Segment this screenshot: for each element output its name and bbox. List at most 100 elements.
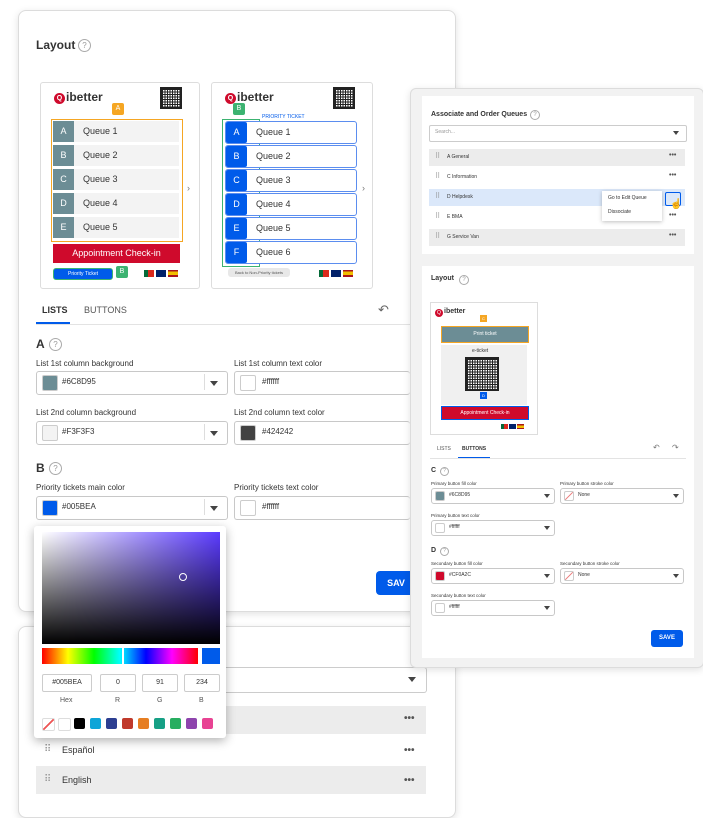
queue-row[interactable]: A Queue 1 <box>225 121 357 144</box>
search-input[interactable] <box>429 125 687 142</box>
checkin-button[interactable]: Appointment Check-in <box>53 244 180 263</box>
more-icon[interactable]: ••• <box>669 212 676 219</box>
language-select[interactable] <box>226 667 427 693</box>
list1-text-field[interactable] <box>234 371 410 395</box>
color-swatch[interactable] <box>435 571 445 581</box>
help-icon[interactable]: ? <box>440 547 449 556</box>
help-icon[interactable]: ? <box>78 39 91 52</box>
chevron-down-icon[interactable] <box>673 574 679 578</box>
chevron-down-icon[interactable] <box>544 526 550 530</box>
color-swatch[interactable] <box>240 375 256 391</box>
more-icon[interactable]: ••• <box>669 172 676 179</box>
priority-ticket-button[interactable]: Priority Ticket <box>53 268 113 280</box>
queue-row[interactable]: B Queue 2 <box>53 145 179 166</box>
queue-list-item[interactable]: ⠿ C Information ••• <box>429 169 685 186</box>
more-icon[interactable]: ••• <box>669 232 676 239</box>
more-icon[interactable]: ••• <box>404 745 415 756</box>
chevron-down-icon[interactable] <box>544 574 550 578</box>
r-input[interactable]: 0 <box>100 674 136 692</box>
color-swatch[interactable] <box>240 500 256 516</box>
color-preset[interactable] <box>106 718 117 729</box>
print-ticket-button[interactable]: Print ticket <box>441 326 529 343</box>
saturation-handle[interactable] <box>179 573 187 581</box>
chevron-down-icon[interactable] <box>210 506 218 511</box>
back-to-non-priority-button[interactable]: Back to Non-Priority tickets <box>228 268 290 277</box>
color-preset[interactable] <box>170 718 181 729</box>
help-icon[interactable]: ? <box>49 462 62 475</box>
carousel-next-icon[interactable]: › <box>362 183 365 193</box>
redo-icon[interactable]: ↷ <box>672 443 679 452</box>
save-button[interactable]: SAVE <box>651 630 683 647</box>
no-color-icon[interactable] <box>42 718 55 731</box>
color-swatch[interactable] <box>240 425 256 441</box>
hue-slider-handle[interactable] <box>122 647 124 665</box>
no-color-icon[interactable] <box>564 571 574 581</box>
more-icon[interactable]: ••• <box>404 775 415 786</box>
color-swatch[interactable] <box>42 500 58 516</box>
tab-lists[interactable]: LISTS <box>437 446 451 452</box>
queue-list-item[interactable]: ⠿ A General ••• <box>429 149 685 166</box>
drag-handle-icon[interactable]: ⠿ <box>44 774 51 785</box>
hue-slider[interactable] <box>42 648 198 664</box>
b-input[interactable]: 234 <box>184 674 220 692</box>
drag-handle-icon[interactable]: ⠿ <box>435 192 440 200</box>
queue-row[interactable]: C Queue 3 <box>53 169 179 190</box>
tab-lists[interactable]: LISTS <box>42 305 68 315</box>
saturation-area[interactable] <box>42 532 220 644</box>
undo-icon[interactable]: ↶ <box>378 302 389 318</box>
color-preset[interactable] <box>154 718 165 729</box>
queue-row[interactable]: C Queue 3 <box>225 169 357 192</box>
tab-buttons[interactable]: BUTTONS <box>84 305 127 315</box>
color-swatch[interactable] <box>42 375 58 391</box>
queue-row[interactable]: E Queue 5 <box>53 217 179 238</box>
g-input[interactable]: 91 <box>142 674 178 692</box>
drag-handle-icon[interactable]: ⠿ <box>435 172 440 180</box>
color-preset[interactable] <box>202 718 213 729</box>
drag-handle-icon[interactable]: ⠿ <box>435 212 440 220</box>
menu-item-dissociate[interactable]: Dissociate <box>608 209 631 215</box>
chevron-down-icon[interactable] <box>544 494 550 498</box>
carousel-next-icon[interactable]: › <box>187 183 190 193</box>
color-swatch[interactable] <box>435 491 445 501</box>
color-swatch[interactable] <box>435 603 445 613</box>
drag-handle-icon[interactable]: ⠿ <box>435 152 440 160</box>
queue-row[interactable]: B Queue 2 <box>225 145 357 168</box>
help-icon[interactable]: ? <box>49 338 62 351</box>
help-icon[interactable]: ? <box>440 467 449 476</box>
queue-row[interactable]: A Queue 1 <box>53 121 179 142</box>
color-preset[interactable] <box>58 718 71 731</box>
menu-item-edit-queue[interactable]: Go to Edit Queue <box>608 195 647 201</box>
chevron-down-icon[interactable] <box>210 381 218 386</box>
undo-icon[interactable]: ↶ <box>653 443 660 452</box>
color-preset[interactable] <box>138 718 149 729</box>
drag-handle-icon[interactable]: ⠿ <box>44 744 51 755</box>
color-preset[interactable] <box>74 718 85 729</box>
more-icon[interactable]: ••• <box>669 152 676 159</box>
queue-row[interactable]: D Queue 4 <box>53 193 179 214</box>
queue-letter: C <box>226 170 247 191</box>
language-row[interactable] <box>36 766 426 794</box>
help-icon[interactable]: ? <box>459 275 469 285</box>
chevron-down-icon[interactable] <box>544 606 550 610</box>
chevron-down-icon[interactable] <box>673 494 679 498</box>
more-icon[interactable]: ••• <box>404 713 415 724</box>
hex-input[interactable]: #005BEA <box>42 674 92 692</box>
chevron-down-icon[interactable] <box>210 431 218 436</box>
chevron-down-icon[interactable] <box>673 131 679 135</box>
tab-buttons[interactable]: BUTTONS <box>462 446 486 452</box>
drag-handle-icon[interactable]: ⠿ <box>435 232 440 240</box>
checkin-button[interactable]: Appointment Check-in <box>441 406 529 420</box>
color-swatch[interactable] <box>42 425 58 441</box>
queue-row[interactable]: F Queue 6 <box>225 241 357 264</box>
queue-list-item[interactable]: ⠿ G Service Van ••• <box>429 229 685 246</box>
queue-row[interactable]: E Queue 5 <box>225 217 357 240</box>
priority-text-field[interactable] <box>234 496 410 520</box>
color-preset[interactable] <box>122 718 133 729</box>
color-swatch[interactable] <box>435 523 445 533</box>
list2-text-field[interactable] <box>234 421 410 445</box>
color-preset[interactable] <box>186 718 197 729</box>
color-preset[interactable] <box>90 718 101 729</box>
help-icon[interactable]: ? <box>530 110 540 120</box>
queue-row[interactable]: D Queue 4 <box>225 193 357 216</box>
no-color-icon[interactable] <box>564 491 574 501</box>
